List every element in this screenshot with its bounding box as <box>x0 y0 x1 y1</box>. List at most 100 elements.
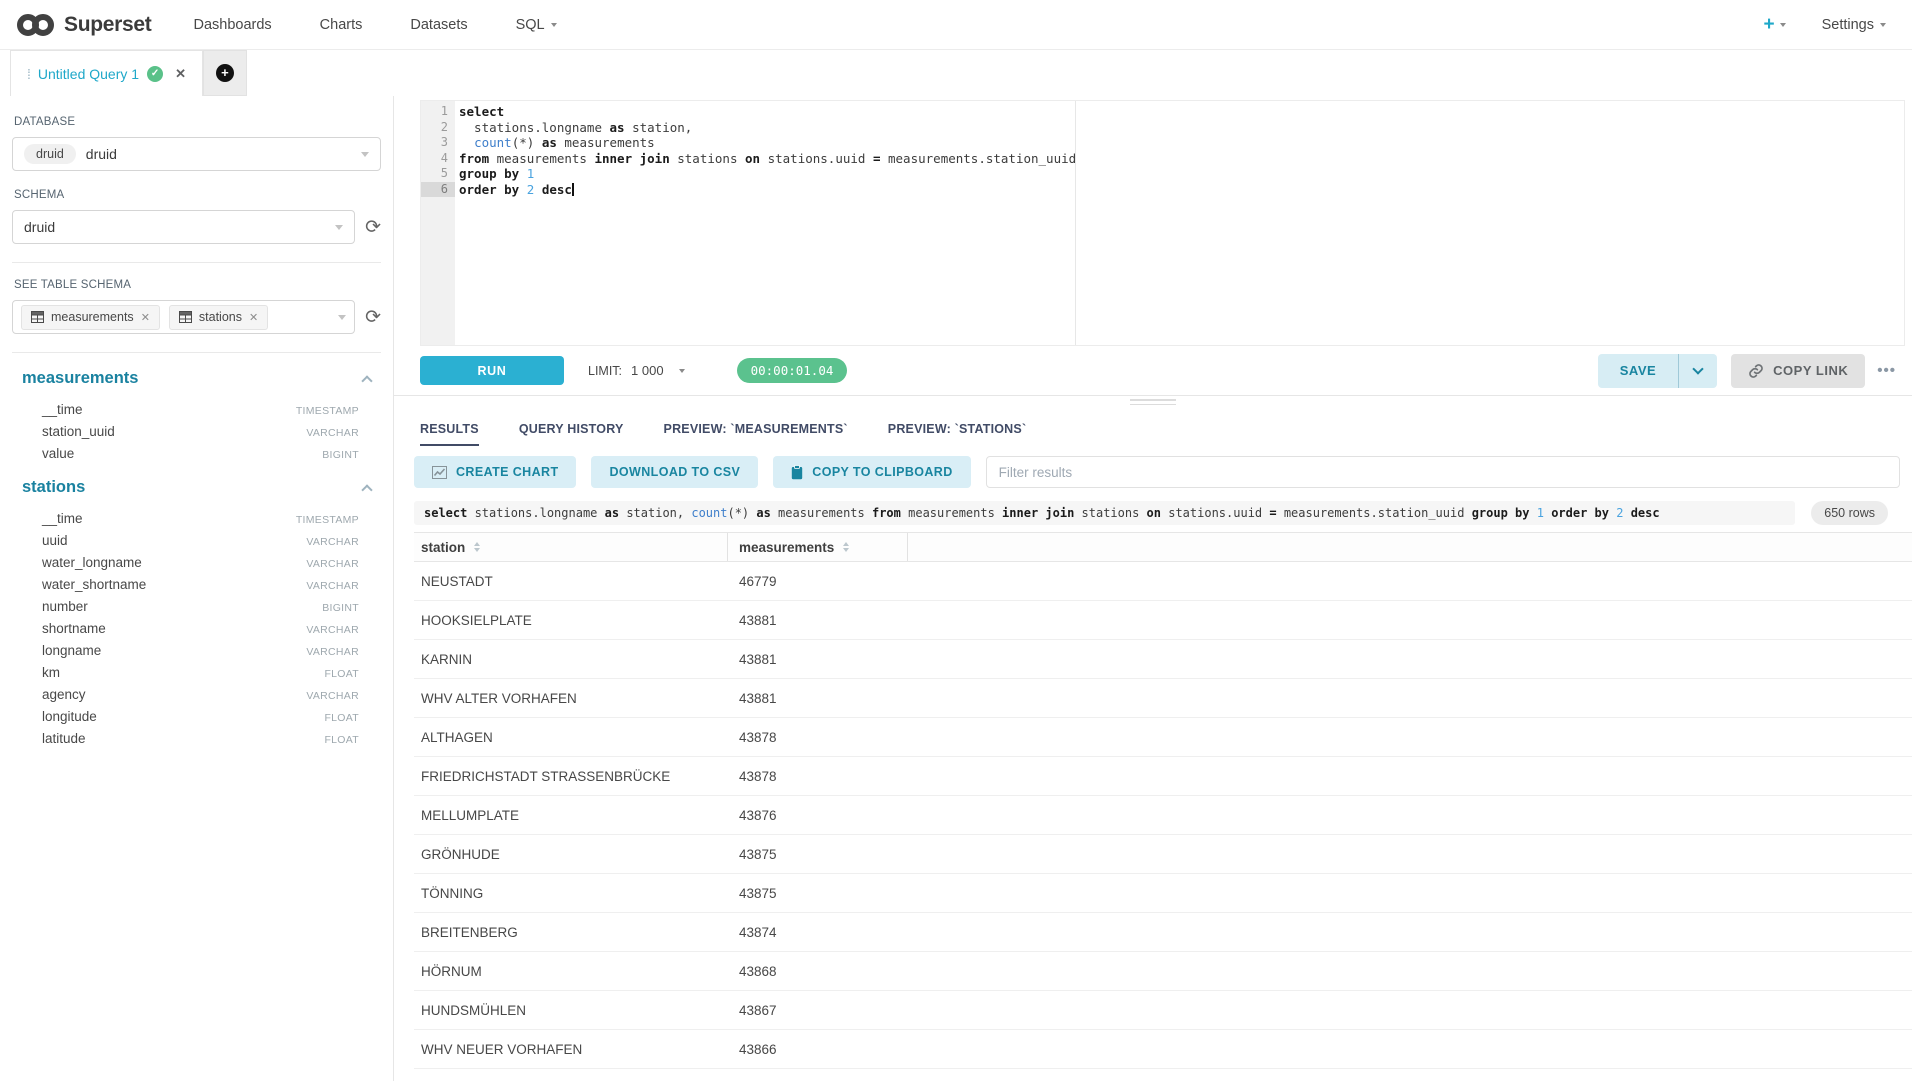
schema-select[interactable]: druid <box>12 210 355 244</box>
limit-label: LIMIT: <box>588 364 622 378</box>
table-row[interactable]: NEUSTADT46779 <box>414 562 1912 601</box>
table-row[interactable]: GRÖNHUDE43875 <box>414 835 1912 874</box>
line-number: 6 <box>421 182 455 198</box>
nav-item-label: Datasets <box>410 17 467 33</box>
column-header-station[interactable]: station <box>414 533 728 561</box>
table-row[interactable]: HÖRNUM43868 <box>414 952 1912 991</box>
sql-editor[interactable]: 123456 select stations.longname as stati… <box>420 100 1905 346</box>
database-select[interactable]: druid druid <box>12 137 381 171</box>
table-row[interactable]: WHV ALTER VORHAFEN43881 <box>414 679 1912 718</box>
limit-dropdown[interactable]: LIMIT: 1 000 <box>588 363 685 378</box>
results-tab-preview-measurements[interactable]: PREVIEW: `MEASUREMENTS` <box>664 408 848 450</box>
table-chip-label: measurements <box>51 310 134 324</box>
results-tab-preview-stations[interactable]: PREVIEW: `STATIONS` <box>888 408 1027 450</box>
table-row[interactable]: TÖNNING43875 <box>414 874 1912 913</box>
copy-to-clipboard-button[interactable]: COPY TO CLIPBOARD <box>773 456 970 488</box>
refresh-tables-icon[interactable]: ⟳ <box>365 308 381 327</box>
database-type-pill: druid <box>24 144 76 164</box>
table-row[interactable]: FRIEDRICHSTADT STRASSENBRÜCKE43878 <box>414 757 1912 796</box>
save-dropdown-button[interactable] <box>1679 354 1717 388</box>
column-type: VARCHAR <box>306 624 359 636</box>
remove-table-icon[interactable]: ✕ <box>249 311 258 324</box>
nav-item-dashboards[interactable]: Dashboards <box>193 17 271 33</box>
sql-lab-app: Superset Dashboards Charts Datasets SQL + S… <box>0 0 1912 1081</box>
save-split-button: SAVE <box>1598 354 1717 388</box>
cell-measurements: 43878 <box>728 730 908 745</box>
chevron-down-icon <box>361 152 369 157</box>
cell-measurements: 43881 <box>728 691 908 706</box>
column-type: VARCHAR <box>306 646 359 658</box>
column-name: shortname <box>42 621 106 636</box>
chevron-down-icon <box>1780 23 1786 27</box>
cell-station: MELLUMPLATE <box>414 808 728 823</box>
code-token <box>519 166 527 181</box>
save-button[interactable]: SAVE <box>1598 354 1678 388</box>
close-tab-icon[interactable]: ✕ <box>175 66 186 82</box>
run-button[interactable]: RUN <box>420 356 564 385</box>
query-tab-active[interactable]: ⁞ Untitled Query 1 ✓ ✕ <box>10 50 203 96</box>
new-item-button[interactable]: + <box>1763 14 1785 36</box>
column-name: __time <box>42 402 83 417</box>
results-tab-query-history[interactable]: QUERY HISTORY <box>519 408 624 450</box>
table-row[interactable]: HUNDSMÜHLEN43867 <box>414 991 1912 1030</box>
column-row: __timeTIMESTAMP <box>12 507 381 529</box>
table-select[interactable]: measurements✕stations✕ <box>12 300 355 334</box>
table-section-header[interactable]: measurements <box>12 369 381 388</box>
table-chip-measurements[interactable]: measurements ✕ <box>21 305 160 330</box>
action-button-label: COPY TO CLIPBOARD <box>812 465 952 479</box>
column-list: __timeTIMESTAMPstation_uuidVARCHARvalueB… <box>12 398 381 464</box>
query-token: stations <box>1074 506 1146 520</box>
remove-table-icon[interactable]: ✕ <box>141 311 150 324</box>
code-token: station, <box>625 120 693 135</box>
create-chart-button[interactable]: CREATE CHART <box>414 456 576 488</box>
query-token: as <box>605 506 619 520</box>
sidebar-divider <box>12 262 381 263</box>
table-icon <box>31 311 44 323</box>
copy-link-button[interactable]: COPY LINK <box>1731 354 1865 388</box>
code-line: order by 2 desc <box>459 182 1904 198</box>
code-token: 1 <box>527 166 535 181</box>
code-token: stations <box>670 151 745 166</box>
clipboard-icon <box>791 465 803 480</box>
table-row[interactable]: BREITENBERG43874 <box>414 913 1912 952</box>
column-row: longitudeFLOAT <box>12 705 381 727</box>
column-type: VARCHAR <box>306 536 359 548</box>
nav-item-sql[interactable]: SQL <box>516 17 557 33</box>
table-row[interactable]: ALTHAGEN43878 <box>414 718 1912 757</box>
table-icon <box>179 311 192 323</box>
table-row[interactable]: MELLUMPLATE43876 <box>414 796 1912 835</box>
nav-item-charts[interactable]: Charts <box>320 17 363 33</box>
table-chip-stations[interactable]: stations✕ <box>169 305 268 330</box>
table-row[interactable]: HOOKSIELPLATE43881 <box>414 601 1912 640</box>
cell-station: GRÖNHUDE <box>414 847 728 862</box>
cell-station: HUNDSMÜHLEN <box>414 1003 728 1018</box>
column-header-measurements[interactable]: measurements <box>728 533 908 561</box>
sort-icon <box>843 542 849 553</box>
results-table-header: stationmeasurements <box>414 532 1912 562</box>
table-name: stations <box>22 478 85 497</box>
settings-menu[interactable]: Settings <box>1822 17 1886 33</box>
drag-handle-icon[interactable]: ⁞ <box>27 66 30 82</box>
column-row: latitudeFLOAT <box>12 727 381 749</box>
superset-logo[interactable]: Superset <box>16 12 151 38</box>
add-tab-button[interactable]: + <box>203 50 247 96</box>
query-token: measurements <box>771 506 872 520</box>
nav-item-datasets[interactable]: Datasets <box>410 17 467 33</box>
line-number: 1 <box>421 104 455 120</box>
table-section-header[interactable]: stations <box>12 478 381 497</box>
column-type: BIGINT <box>322 449 359 461</box>
pane-splitter[interactable] <box>394 395 1912 408</box>
filter-results-input[interactable] <box>986 456 1900 488</box>
more-actions-button[interactable]: ••• <box>1877 362 1896 379</box>
table-row[interactable]: KARNIN43881 <box>414 640 1912 679</box>
sort-asc-icon <box>843 542 849 546</box>
editor-code-area[interactable]: select stations.longname as station, cou… <box>455 101 1904 345</box>
refresh-schemas-icon[interactable]: ⟳ <box>365 218 381 237</box>
table-row[interactable]: WHV NEUER VORHAFEN43866 <box>414 1030 1912 1069</box>
query-token: stations.longname <box>467 506 604 520</box>
download-to-csv-button[interactable]: DOWNLOAD TO CSV <box>591 456 758 488</box>
chevron-up-icon <box>361 375 372 386</box>
column-name: agency <box>42 687 86 702</box>
table-name: measurements <box>22 369 138 388</box>
results-tab-results[interactable]: RESULTS <box>420 408 479 450</box>
